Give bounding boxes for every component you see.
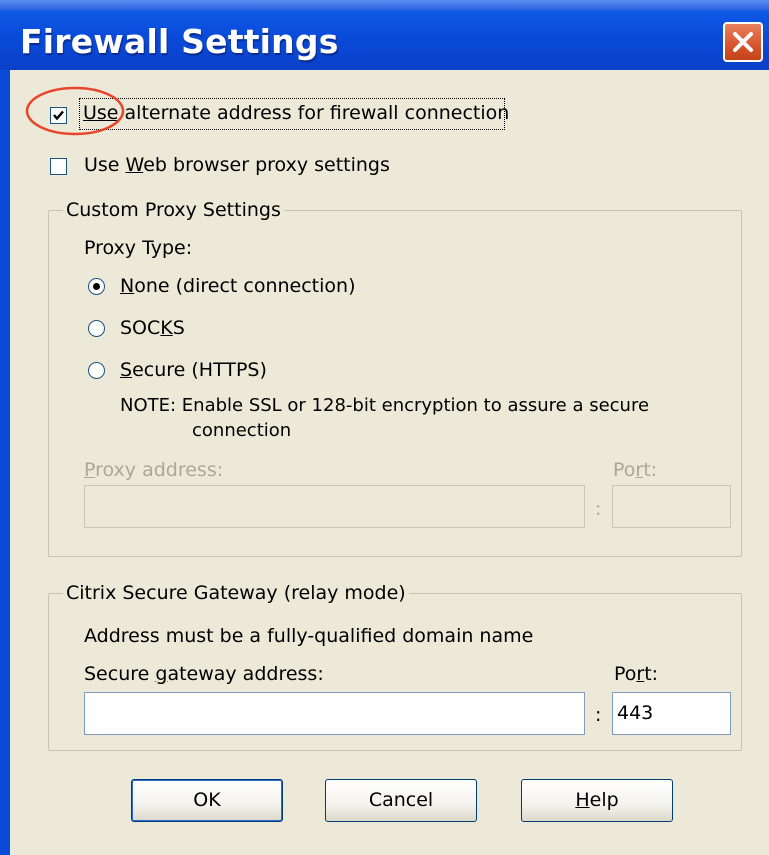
ok-button[interactable]: OK [131,779,283,822]
proxy-colon: : [595,498,602,520]
firewall-settings-dialog: Firewall Settings Use alternate address … [0,0,769,855]
radio-selected-dot [93,283,100,290]
gateway-address-label: Secure gateway address: [84,663,324,685]
title-bar-highlight [0,0,769,10]
secure-gateway-legend: Citrix Secure Gateway (relay mode) [63,582,409,604]
gateway-colon: : [595,704,602,726]
close-button[interactable] [723,22,763,62]
proxy-address-label: Proxy address: [84,459,224,481]
radio-socks-label[interactable]: SOCKS [120,317,185,339]
proxy-type-label: Proxy Type: [84,237,193,259]
custom-proxy-legend: Custom Proxy Settings [63,199,284,221]
alternate-address-label[interactable]: Use alternate address for firewall conne… [83,102,509,124]
note-text-line1: NOTE: Enable SSL or 128-bit encryption t… [120,395,650,416]
radio-socks[interactable] [88,320,105,337]
highlight-circle-annotation [25,86,125,136]
gateway-address-input[interactable] [84,692,585,735]
gateway-port-label: Port: [614,663,659,685]
close-icon [733,32,753,52]
radio-none[interactable] [88,278,105,295]
title-bar[interactable]: Firewall Settings [0,0,769,70]
cancel-button[interactable]: Cancel [325,779,477,822]
window-frame-left [0,70,10,855]
proxy-port-input [612,485,731,528]
proxy-address-input [84,485,585,528]
window-title: Firewall Settings [20,22,339,61]
proxy-port-label: Port: [613,459,658,481]
gateway-hint: Address must be a fully-qualified domain… [84,625,534,647]
gateway-port-input[interactable]: 443 [612,692,731,735]
radio-none-label[interactable]: None (direct connection) [120,275,355,297]
note-text-line2: connection [192,420,292,441]
radio-secure-label[interactable]: Secure (HTTPS) [120,359,267,381]
web-proxy-checkbox[interactable] [50,158,67,175]
web-proxy-label[interactable]: Use Web browser proxy settings [84,154,390,176]
radio-secure-https[interactable] [88,362,105,379]
help-button[interactable]: Help [521,779,673,822]
